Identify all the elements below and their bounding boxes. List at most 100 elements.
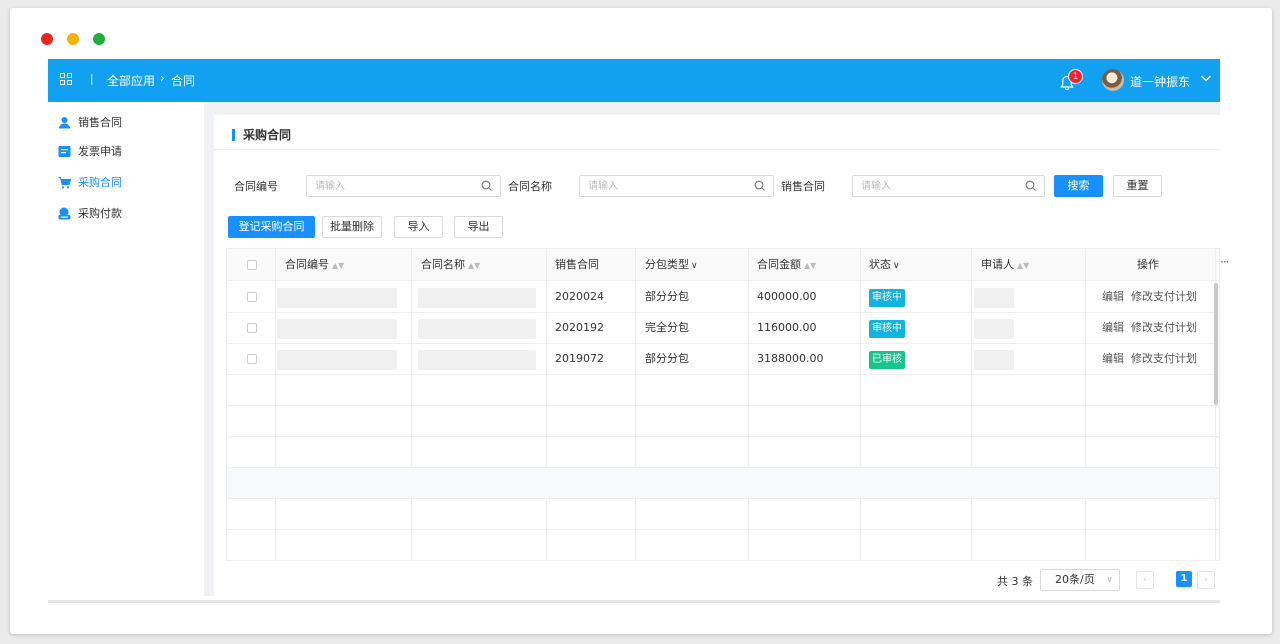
modify-payment-plan-link[interactable]: 修改支付计划 bbox=[1131, 313, 1197, 343]
status-badge: 已审核 bbox=[869, 351, 905, 369]
chevron-down-icon[interactable] bbox=[1200, 73, 1212, 86]
edit-link[interactable]: 编辑 bbox=[1102, 313, 1124, 343]
empty-table-row bbox=[227, 406, 1219, 437]
register-purchase-contract-button[interactable]: 登记采购合同 bbox=[228, 216, 315, 238]
row-checkbox[interactable] bbox=[247, 292, 257, 302]
table-scrollbar[interactable] bbox=[1214, 283, 1218, 596]
sidebar-item-invoice-request[interactable]: 发票申请 bbox=[58, 141, 122, 161]
import-button[interactable]: 导入 bbox=[394, 216, 443, 238]
column-header-amount[interactable]: 合同金额 ▲▼ bbox=[757, 249, 816, 281]
notification-badge: 1 bbox=[1068, 69, 1083, 84]
contract-name-input[interactable] bbox=[580, 176, 773, 196]
search-icon bbox=[1025, 180, 1037, 195]
sales-contract-input[interactable] bbox=[853, 176, 1044, 196]
column-header-sales-contract: 销售合同 bbox=[555, 258, 599, 271]
filter-label-sales-contract: 销售合同 bbox=[781, 180, 825, 193]
table-row[interactable]: 2020024 部分分包 400000.00 审核中 编辑 修改支付计划 bbox=[227, 282, 1219, 313]
column-header-contract-no[interactable]: 合同编号 ▲▼ bbox=[285, 249, 344, 281]
subcontract-type-cell: 完全分包 bbox=[645, 321, 689, 334]
status-badge: 审核中 bbox=[869, 289, 905, 307]
batch-delete-button[interactable]: 批量删除 bbox=[322, 216, 382, 238]
user-avatar[interactable] bbox=[1102, 69, 1124, 91]
export-button[interactable]: 导出 bbox=[454, 216, 503, 238]
row-checkbox[interactable] bbox=[247, 323, 257, 333]
breadcrumb-current: 合同 bbox=[171, 74, 196, 88]
column-header-status[interactable]: 状态 ∨ bbox=[869, 249, 900, 281]
column-settings-more-icon[interactable]: ··· bbox=[1220, 255, 1230, 269]
row-checkbox[interactable] bbox=[247, 354, 257, 364]
filter-label-contract-no: 合同编号 bbox=[234, 180, 278, 193]
title-divider bbox=[214, 149, 1220, 150]
search-icon bbox=[481, 180, 493, 195]
page-title: 采购合同 bbox=[232, 129, 291, 141]
page-size-select[interactable]: 20条/页 ∨ bbox=[1040, 569, 1120, 591]
apps-grid-icon[interactable] bbox=[60, 73, 73, 86]
sidebar-item-purchase-payment[interactable]: 采购付款 bbox=[58, 203, 122, 223]
sidebar: 销售合同 发票申请 采购合同 采购付款 bbox=[48, 102, 204, 596]
column-header-subcontract-type[interactable]: 分包类型 ∨ bbox=[645, 249, 698, 281]
table-row[interactable]: 2019072 部分分包 3188000.00 已审核 编辑 修改支付计划 bbox=[227, 344, 1219, 375]
page-number-current[interactable]: 1 bbox=[1176, 571, 1192, 587]
sidebar-item-label: 采购合同 bbox=[78, 176, 122, 189]
sidebar-item-sales-contract[interactable]: 销售合同 bbox=[58, 112, 122, 132]
contract-name-placeholder bbox=[418, 319, 536, 339]
table-row[interactable]: 2020192 完全分包 116000.00 审核中 编辑 修改支付计划 bbox=[227, 313, 1219, 344]
sort-icon: ▲▼ bbox=[332, 261, 345, 270]
search-button[interactable]: 搜索 bbox=[1054, 175, 1103, 197]
table-scrollbar-thumb[interactable] bbox=[1214, 283, 1218, 405]
notification-bell-icon[interactable]: 1 bbox=[1060, 69, 1084, 93]
breadcrumb-arrow: › bbox=[160, 71, 165, 85]
next-page-button[interactable]: › bbox=[1197, 571, 1215, 589]
empty-table-row bbox=[227, 375, 1219, 406]
sales-contract-input-wrapper bbox=[852, 175, 1045, 197]
top-navigation-bar: | 全部应用 › 合同 1 道一钟振东 bbox=[48, 59, 1220, 102]
payment-icon bbox=[58, 207, 71, 220]
amount-cell: 3188000.00 bbox=[757, 352, 824, 365]
subcontract-type-cell: 部分分包 bbox=[645, 290, 689, 303]
edit-link[interactable]: 编辑 bbox=[1102, 344, 1124, 374]
filter-label-contract-name: 合同名称 bbox=[508, 180, 552, 193]
sidebar-item-label: 发票申请 bbox=[78, 145, 122, 158]
empty-table-row bbox=[227, 499, 1219, 530]
applicant-placeholder bbox=[974, 350, 1014, 370]
status-badge: 审核中 bbox=[869, 320, 905, 338]
sales-contract-cell: 2020192 bbox=[555, 321, 604, 334]
select-all-checkbox[interactable] bbox=[247, 260, 257, 270]
subcontract-type-cell: 部分分包 bbox=[645, 352, 689, 365]
contract-name-placeholder bbox=[418, 350, 536, 370]
applicant-placeholder bbox=[974, 319, 1014, 339]
contract-no-input-wrapper bbox=[306, 175, 501, 197]
empty-table-row bbox=[227, 437, 1219, 468]
sidebar-item-label: 采购付款 bbox=[78, 207, 122, 220]
table-header: 合同编号 ▲▼ 合同名称 ▲▼ 销售合同 分包类型 ∨ 合同金额 ▲▼ 状态 ∨ 申请人 ▲… bbox=[227, 249, 1219, 281]
main-content: 采购合同 合同编号 合同名称 销售合同 搜索 重置 登记采购合同 批量删除 导入… bbox=[214, 115, 1230, 597]
filter-chevron-icon: ∨ bbox=[893, 261, 900, 271]
amount-cell: 116000.00 bbox=[757, 321, 817, 334]
prev-page-button[interactable]: ‹ bbox=[1136, 571, 1154, 589]
modify-payment-plan-link[interactable]: 修改支付计划 bbox=[1131, 282, 1197, 312]
breadcrumb-all-apps[interactable]: 全部应用 bbox=[107, 72, 155, 89]
empty-table-row bbox=[227, 468, 1219, 499]
sidebar-item-purchase-contract[interactable]: 采购合同 bbox=[58, 172, 122, 192]
pagination-total: 共 3 条 bbox=[997, 575, 1033, 588]
invoice-icon bbox=[58, 145, 71, 158]
applicant-placeholder bbox=[974, 288, 1014, 308]
column-header-applicant[interactable]: 申请人 ▲▼ bbox=[981, 249, 1029, 281]
window-close-button[interactable] bbox=[41, 33, 53, 45]
amount-cell: 400000.00 bbox=[757, 290, 817, 303]
contract-no-input[interactable] bbox=[307, 176, 500, 196]
user-icon bbox=[58, 116, 71, 129]
contract-no-placeholder bbox=[277, 350, 397, 370]
window-minimize-button[interactable] bbox=[67, 33, 79, 45]
window-maximize-button[interactable] bbox=[93, 33, 105, 45]
chevron-down-icon: ∨ bbox=[1106, 575, 1113, 585]
breadcrumb-separator: | bbox=[90, 72, 94, 85]
column-header-actions: 操作 bbox=[1137, 258, 1159, 271]
edit-link[interactable]: 编辑 bbox=[1102, 282, 1124, 312]
bottom-divider bbox=[48, 600, 1220, 603]
user-name[interactable]: 道一钟振东 bbox=[1130, 73, 1190, 90]
column-header-contract-name[interactable]: 合同名称 ▲▼ bbox=[421, 249, 480, 281]
purchase-contract-table: 合同编号 ▲▼ 合同名称 ▲▼ 销售合同 分包类型 ∨ 合同金额 ▲▼ 状态 ∨ 申请人 ▲… bbox=[226, 248, 1220, 561]
modify-payment-plan-link[interactable]: 修改支付计划 bbox=[1131, 344, 1197, 374]
reset-button[interactable]: 重置 bbox=[1113, 175, 1162, 197]
